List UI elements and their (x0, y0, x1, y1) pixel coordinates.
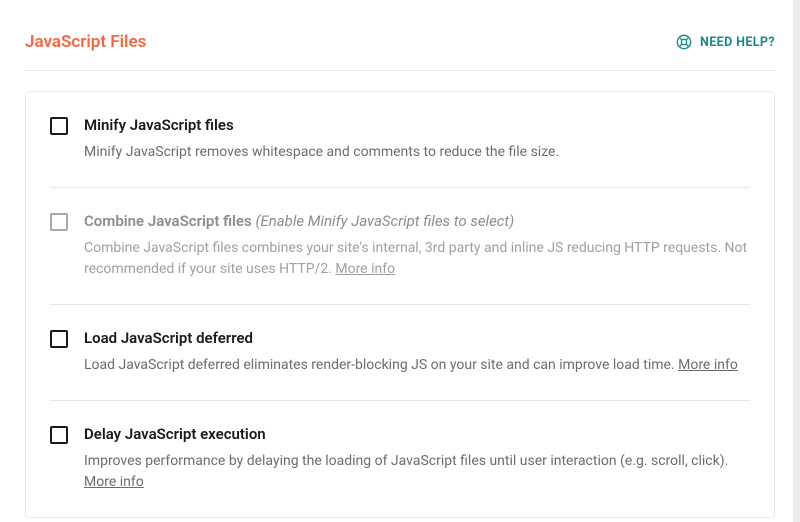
option-title: Minify JavaScript files (84, 116, 750, 134)
option-content: Delay JavaScript execution Improves perf… (84, 425, 750, 493)
option-content: Load JavaScript deferred Load JavaScript… (84, 329, 750, 376)
option-title-text: Delay JavaScript execution (84, 425, 266, 443)
option-title: Delay JavaScript execution (84, 425, 750, 443)
defer-js-checkbox[interactable] (50, 330, 68, 348)
minify-js-checkbox[interactable] (50, 117, 68, 135)
more-info-link[interactable]: More info (84, 474, 144, 490)
option-title: Combine JavaScript files (Enable Minify … (84, 212, 750, 230)
help-label: NEED HELP? (700, 35, 775, 50)
option-desc: Improves performance by delaying the loa… (84, 451, 750, 493)
section-header: JavaScript Files NEED HELP? (25, 32, 775, 71)
option-title: Load JavaScript deferred (84, 329, 750, 347)
option-hint: (Enable Minify JavaScript files to selec… (255, 212, 514, 230)
more-info-link[interactable]: More info (678, 357, 738, 373)
option-content: Minify JavaScript files Minify JavaScrip… (84, 116, 750, 163)
combine-js-checkbox (50, 213, 68, 231)
option-content: Combine JavaScript files (Enable Minify … (84, 212, 750, 280)
combine-js-option: Combine JavaScript files (Enable Minify … (50, 188, 750, 305)
scrollbar-track[interactable] (793, 0, 800, 522)
more-info-link[interactable]: More info (335, 261, 395, 277)
option-desc: Minify JavaScript removes whitespace and… (84, 142, 750, 163)
delay-js-option: Delay JavaScript execution Improves perf… (50, 401, 750, 517)
option-desc: Load JavaScript deferred eliminates rend… (84, 355, 750, 376)
delay-js-checkbox[interactable] (50, 426, 68, 444)
help-icon (676, 34, 692, 50)
option-title-text: Minify JavaScript files (84, 116, 234, 134)
option-desc-text: Improves performance by delaying the loa… (84, 453, 728, 469)
option-desc-text: Load JavaScript deferred eliminates rend… (84, 357, 678, 373)
option-desc-text: Minify JavaScript removes whitespace and… (84, 144, 559, 160)
section-title: JavaScript Files (25, 32, 146, 52)
option-desc-text: Combine JavaScript files combines your s… (84, 240, 747, 277)
option-title-text: Combine JavaScript files (84, 212, 252, 230)
need-help-link[interactable]: NEED HELP? (676, 34, 775, 50)
option-desc: Combine JavaScript files combines your s… (84, 238, 750, 280)
options-panel: Minify JavaScript files Minify JavaScrip… (25, 91, 775, 518)
option-title-text: Load JavaScript deferred (84, 329, 253, 347)
defer-js-option: Load JavaScript deferred Load JavaScript… (50, 305, 750, 401)
minify-js-option: Minify JavaScript files Minify JavaScrip… (50, 92, 750, 188)
